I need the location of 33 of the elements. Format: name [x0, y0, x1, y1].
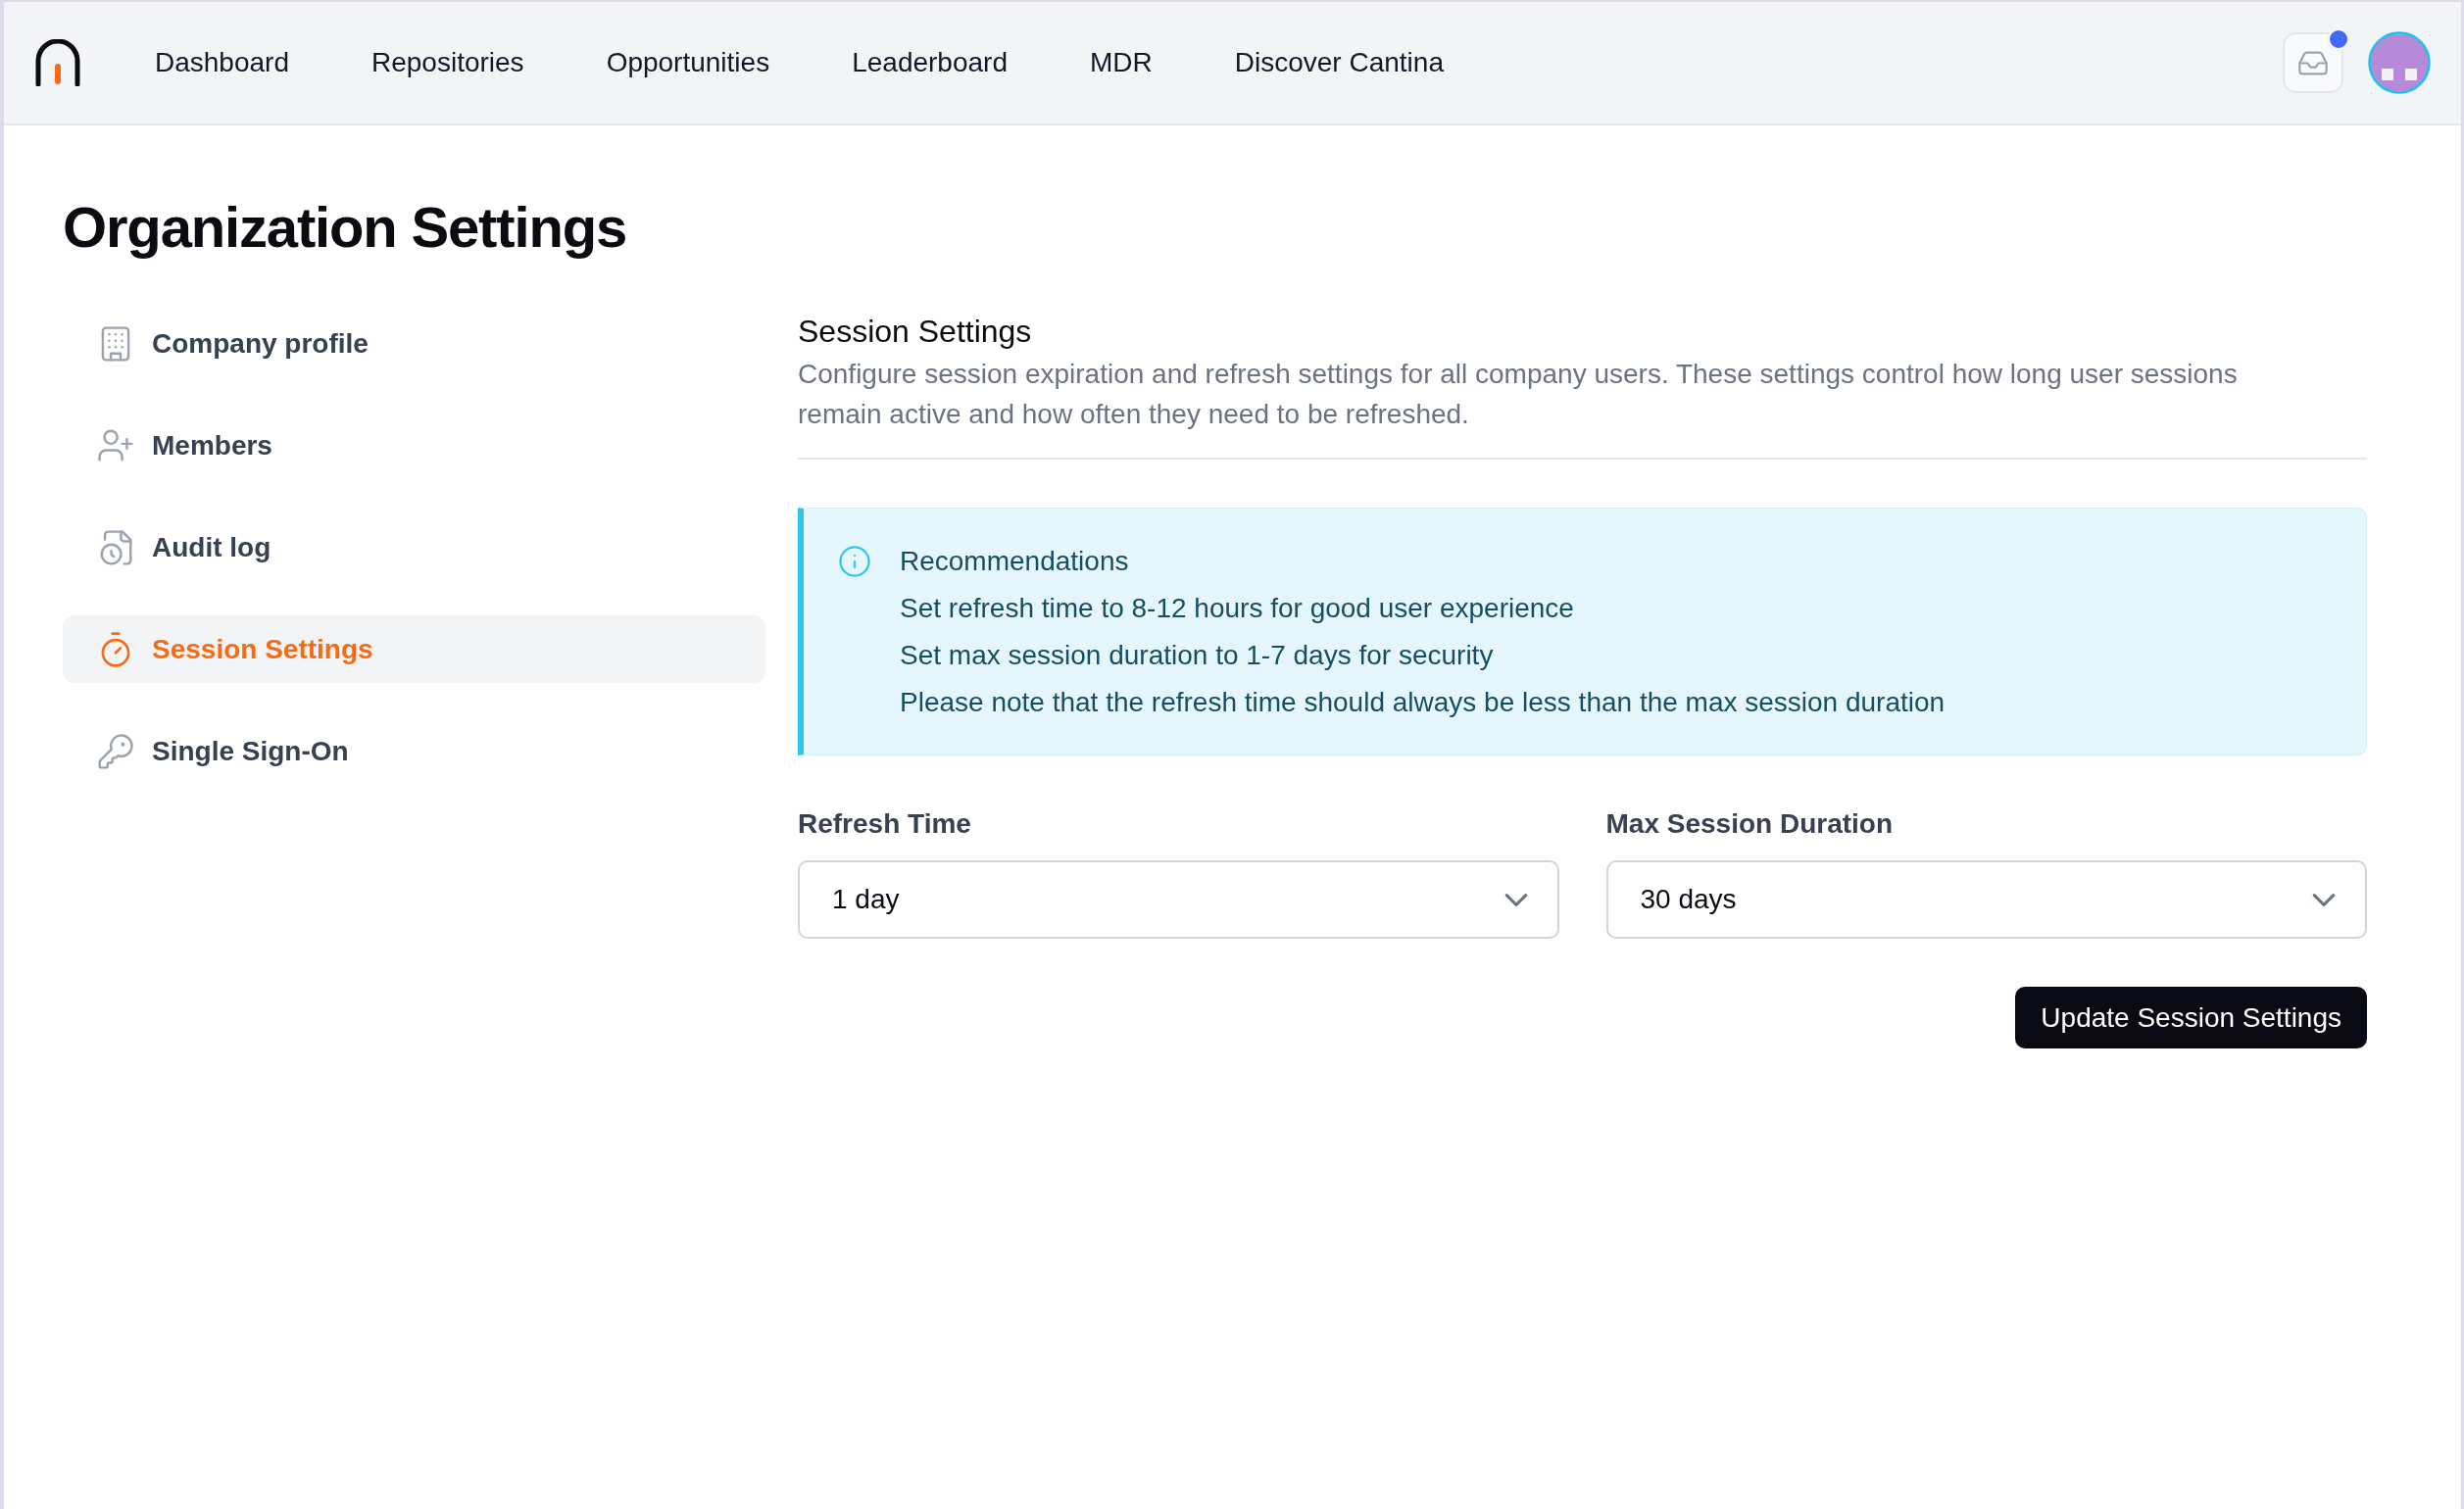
recommendation-text: Please note that the refresh time should always be less than the max session duration: [900, 686, 1946, 719]
user-plus-icon: [98, 429, 133, 462]
nav-link[interactable]: Opportunities: [606, 43, 770, 82]
field-label: Refresh Time: [798, 807, 971, 841]
nav-link[interactable]: MDR: [1090, 43, 1153, 82]
nav-link[interactable]: Repositories: [371, 43, 524, 82]
page-title: Organization Settings: [63, 194, 626, 261]
update-settings-button[interactable]: Update Session Settings: [2015, 987, 2367, 1048]
key-icon: [98, 733, 133, 769]
avatar-icon[interactable]: [2368, 31, 2431, 94]
chevron-down-icon: [1503, 893, 1528, 906]
nav-link[interactable]: Discover Cantina: [1234, 43, 1444, 82]
logo-icon[interactable]: [34, 39, 81, 86]
sidebar-item[interactable]: Company profile: [63, 310, 765, 377]
nav-link[interactable]: Dashboard: [155, 43, 289, 82]
recommendations-title: Recommendations: [900, 545, 1129, 578]
sidebar-item[interactable]: Audit log: [63, 513, 765, 581]
dropdown-select[interactable]: 30 days: [1605, 860, 2367, 939]
inbox-tray-icon: [2298, 50, 2328, 75]
field-label: Max Session Duration: [1605, 807, 1893, 841]
recommendation-text: Set refresh time to 8-12 hours for good user experience: [900, 592, 1574, 625]
section-title: Session Settings: [798, 313, 1032, 351]
file-clock-icon: [99, 529, 132, 565]
nav-link[interactable]: Leaderboard: [852, 43, 1008, 82]
sidebar-item[interactable]: Single Sign-On: [63, 717, 765, 785]
building-icon: [101, 325, 130, 362]
recommendation-text: Set max session duration to 1-7 days for security: [900, 639, 1494, 672]
stopwatch-icon: [101, 631, 130, 667]
chevron-down-icon: [2312, 893, 2336, 906]
sidebar-item[interactable]: Members: [63, 412, 765, 479]
dropdown-select[interactable]: 1 day: [798, 860, 1559, 939]
info-icon: [839, 546, 870, 577]
section-description: Configure session expiration and refresh settings for all company users. These settings control how long user sessions remain active and how often they need to be refreshed.: [798, 358, 2239, 431]
